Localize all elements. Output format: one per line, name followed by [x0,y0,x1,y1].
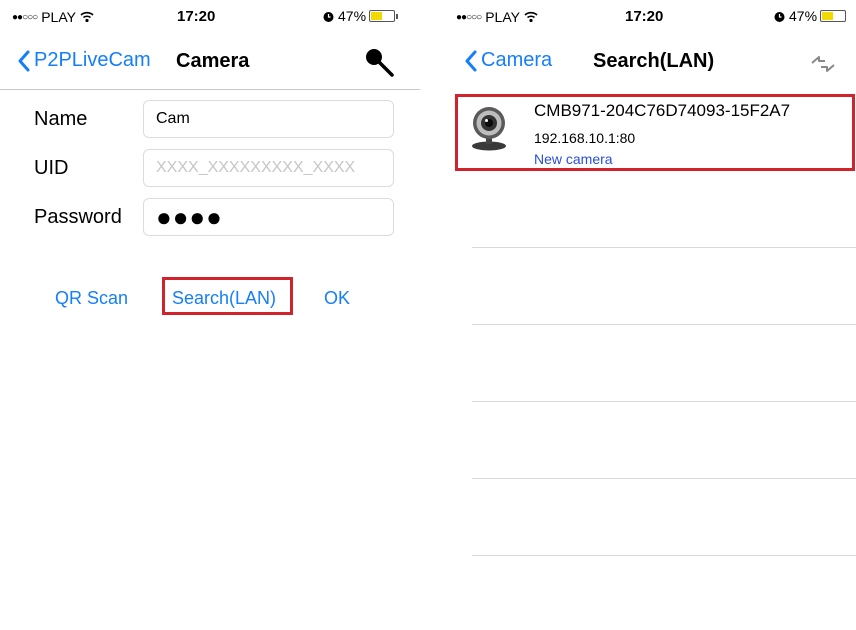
camera-settings-screen: ●●○○○ PLAY 17:20 47% P2PLiveCam Camera N… [0,0,420,630]
magnifier-icon[interactable] [362,45,396,79]
wifi-icon [524,11,538,23]
clock: 17:20 [625,8,664,25]
password-label: Password [34,206,122,228]
name-label: Name [34,108,88,130]
camera-result-item[interactable]: CMB971-204C76D74093-15F2A7 192.168.10.1:… [455,94,855,171]
webcam-icon [472,107,506,151]
name-row: Name Cam [0,100,420,140]
uid-label: UID [34,157,69,179]
camera-status: New camera [534,151,613,167]
page-title: Camera [176,50,250,72]
password-value: ●●●● [156,202,223,232]
battery-percent: 47% [338,8,367,24]
battery-indicator: 47% [773,8,847,24]
password-row: Password ●●●● [0,198,420,238]
alarm-icon [323,11,334,22]
camera-ip: 192.168.10.1:80 [534,130,636,146]
qr-scan-button[interactable]: QR Scan [55,288,128,309]
uid-placeholder: XXXX_XXXXXXXXX_XXXX [156,159,356,176]
navigation-bar: P2PLiveCam Camera [0,34,420,90]
signal-dots: ●●○○○ [12,11,38,23]
search-lan-screen: ●●○○○ PLAY 17:20 47% Camera Search(LAN) [452,0,856,630]
list-separator [472,555,856,556]
status-bar: ●●○○○ PLAY 17:20 47% [452,0,856,34]
navigation-bar: Camera Search(LAN) [452,34,856,90]
action-bar: QR Scan Search(LAN) OK [0,277,420,320]
page-title: Search(LAN) [593,50,715,72]
status-bar: ●●○○○ PLAY 17:20 47% [0,0,420,34]
name-value: Cam [156,110,190,127]
password-field[interactable]: ●●●● [143,198,394,236]
list-separator [472,478,856,479]
list-separator [472,324,856,325]
battery-icon [369,10,396,22]
back-button-label: P2PLiveCam [34,49,151,71]
signal-indicator: ●●○○○ PLAY [456,9,538,25]
chevron-left-icon [465,50,477,71]
uid-row: UID XXXX_XXXXXXXXX_XXXX [0,149,420,189]
back-button[interactable]: P2PLiveCam [17,49,151,72]
signal-dots: ●●○○○ [456,11,482,23]
list-separator [472,401,856,402]
back-button[interactable]: Camera [464,49,552,72]
signal-indicator: ●●○○○ PLAY [12,9,94,25]
uid-field[interactable]: XXXX_XXXXXXXXX_XXXX [143,149,394,187]
camera-name: CMB971-204C76D74093-15F2A7 [534,101,791,120]
search-lan-button[interactable]: Search(LAN) [172,288,276,309]
battery-indicator: 47% [322,8,399,24]
chevron-left-icon [18,50,30,71]
clock: 17:20 [177,8,216,25]
battery-icon [820,10,847,22]
alarm-icon [774,11,785,22]
back-button-label: Camera [481,49,553,71]
wifi-icon [80,11,94,23]
list-separator [472,247,856,248]
carrier-label: PLAY [485,9,520,25]
carrier-label: PLAY [41,9,76,25]
refresh-arrows-icon[interactable] [810,54,836,74]
ok-button[interactable]: OK [324,288,350,309]
battery-percent: 47% [789,8,818,24]
name-field[interactable]: Cam [143,100,394,138]
